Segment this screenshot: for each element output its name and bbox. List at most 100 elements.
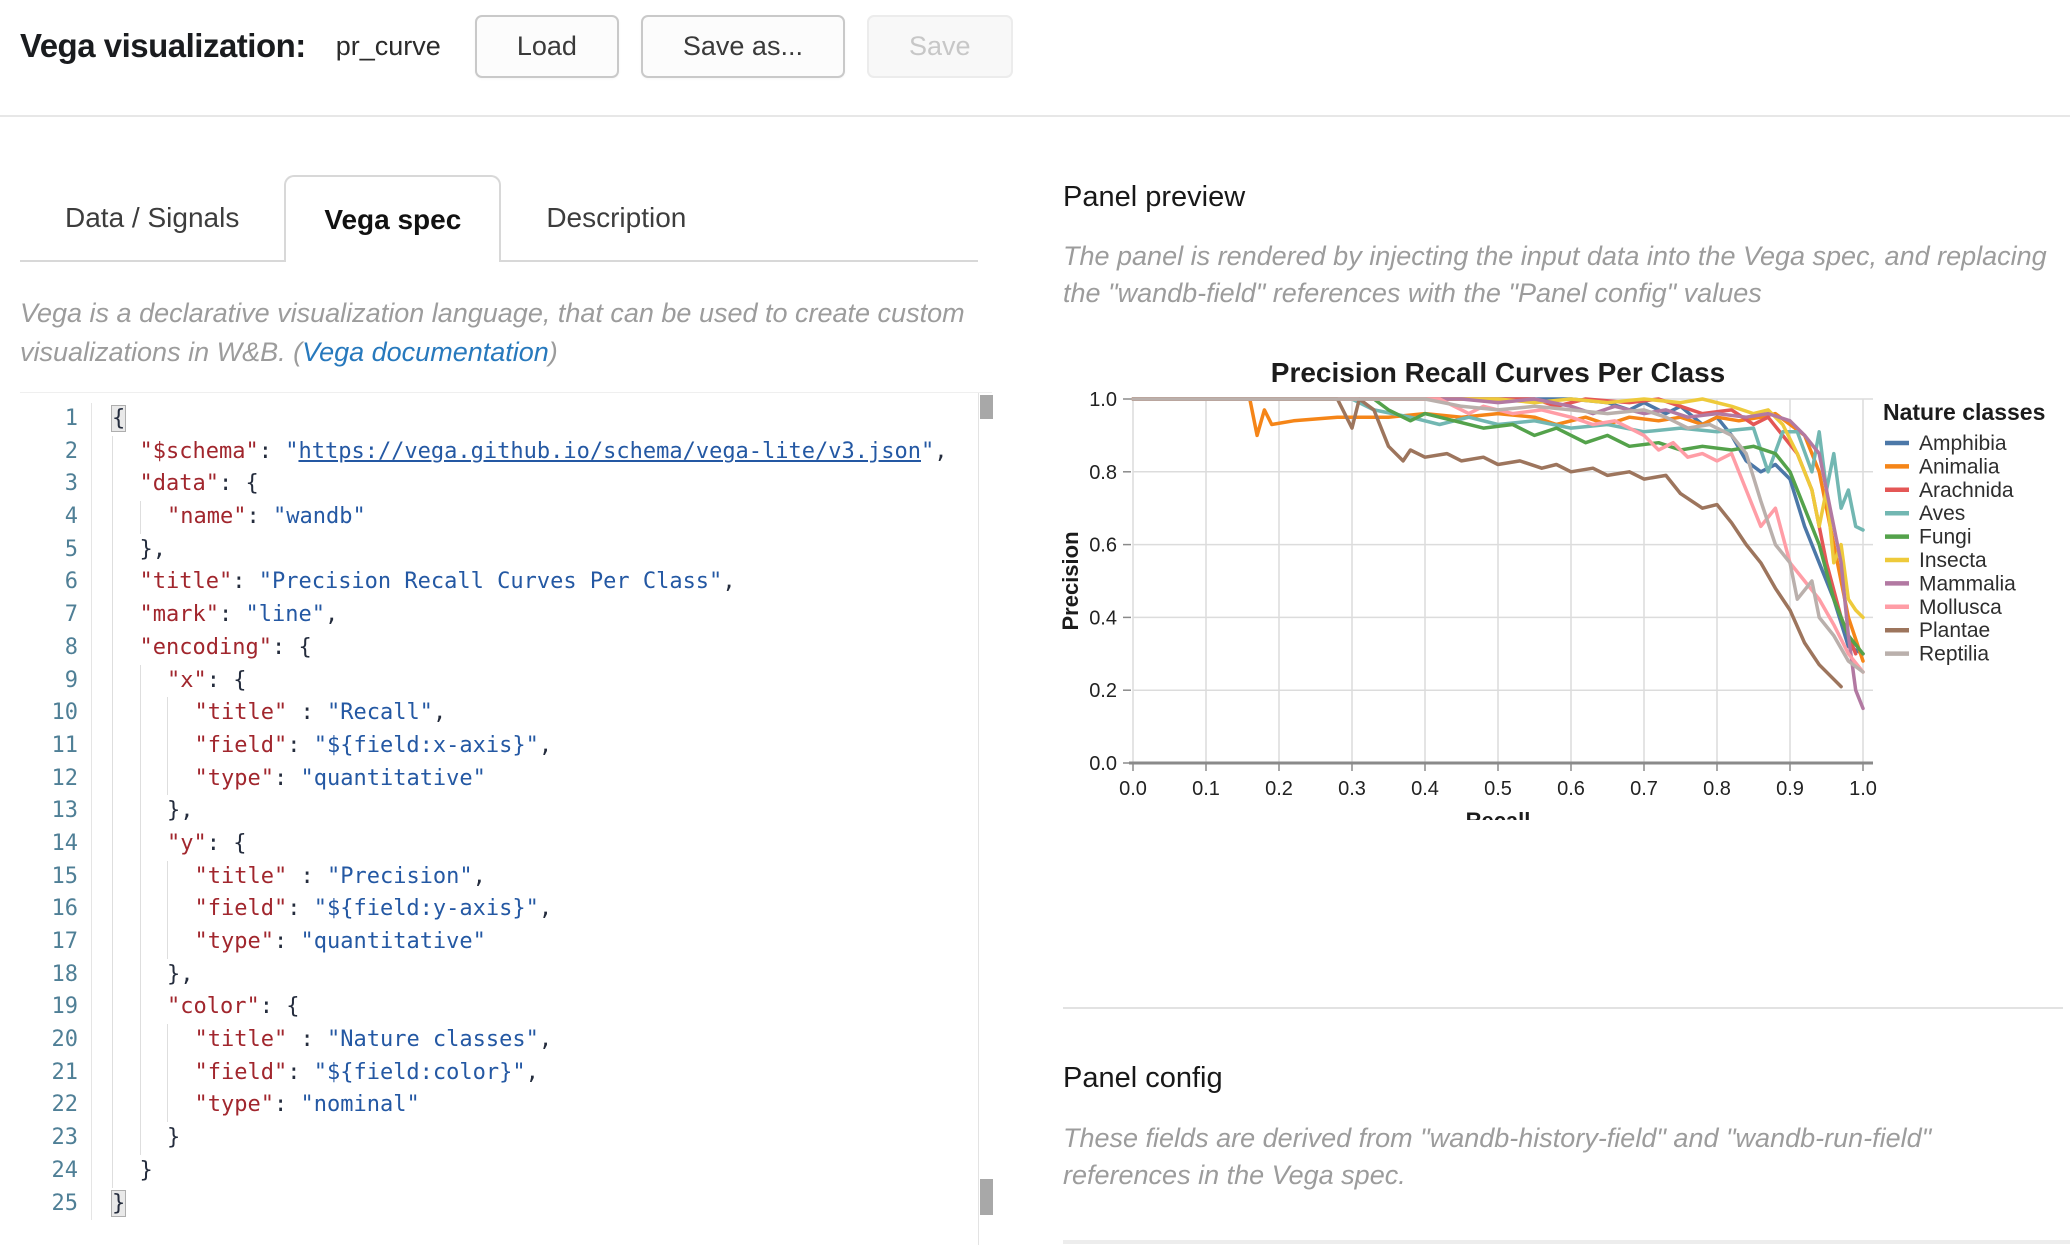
save-button[interactable]: Save: [867, 15, 1013, 78]
tab-vega-spec[interactable]: Vega spec: [284, 175, 501, 262]
editor-scrollbar-thumb-bottom[interactable]: [980, 1179, 993, 1215]
code-line: },: [112, 959, 948, 992]
line-number: 25: [20, 1188, 78, 1221]
code-line: "title" : "Precision",: [112, 861, 948, 894]
y-tick-label: 0.2: [1089, 680, 1117, 702]
code-line: "title" : "Recall",: [112, 697, 948, 730]
legend-entry: Mammalia: [1885, 572, 2016, 595]
x-axis-title: Recall: [1466, 808, 1531, 820]
series-Arachnida: [1133, 399, 1856, 654]
code-line: {: [112, 403, 948, 436]
legend-entry: Arachnida: [1885, 479, 2014, 502]
line-number: 13: [20, 795, 78, 828]
panel-preview-heading: Panel preview: [1063, 181, 1245, 214]
line-number: 7: [20, 599, 78, 632]
y-axis-title: Precision: [1060, 531, 1083, 630]
line-number: 5: [20, 534, 78, 567]
legend-label: Amphibia: [1919, 432, 2007, 455]
vega-intro-text: Vega is a declarative visualization lang…: [20, 294, 965, 372]
legend-label: Reptilia: [1919, 643, 1989, 666]
vega-documentation-link[interactable]: Vega documentation: [302, 337, 549, 367]
x-axis: 0.00.10.20.30.40.50.60.70.80.91.0Recall: [1119, 763, 1877, 820]
legend-entry: Aves: [1885, 502, 1965, 525]
code-line: }: [112, 1122, 948, 1155]
y-tick-label: 0.8: [1089, 462, 1117, 484]
load-button[interactable]: Load: [475, 15, 619, 78]
x-tick-label: 0.4: [1411, 778, 1439, 800]
x-tick-label: 0.8: [1703, 778, 1731, 800]
line-number: 11: [20, 730, 78, 763]
line-number: 19: [20, 991, 78, 1024]
tab-data-signals[interactable]: Data / Signals: [20, 175, 284, 260]
code-line: "encoding": {: [112, 632, 948, 665]
save-as-button[interactable]: Save as...: [641, 15, 845, 78]
line-number: 10: [20, 697, 78, 730]
code-line: "data": {: [112, 468, 948, 501]
editor-scrollbar-track: [978, 393, 979, 1245]
intro-line2-prefix: visualizations in W&B. (: [20, 337, 302, 367]
x-tick-label: 0.1: [1192, 778, 1220, 800]
panel-config-desc-line2: references in the Vega spec.: [1063, 1157, 2058, 1194]
legend-label: Fungi: [1919, 526, 1972, 549]
panel-config-desc-line1: These fields are derived from "wandb-his…: [1063, 1120, 2058, 1157]
tab-description[interactable]: Description: [501, 175, 731, 260]
line-number: 3: [20, 468, 78, 501]
section-divider: [1063, 1007, 2063, 1009]
code-line: "type": "nominal": [112, 1089, 948, 1122]
line-number: 15: [20, 861, 78, 894]
header: Vega visualization: pr_curve Load Save a…: [20, 14, 1035, 78]
legend-label: Aves: [1919, 502, 1965, 525]
code-line: },: [112, 534, 948, 567]
page-title: Vega visualization:: [20, 27, 306, 65]
panel-preview-desc-line1: The panel is rendered by injecting the i…: [1063, 238, 2058, 275]
x-tick-label: 0.9: [1776, 778, 1804, 800]
chart-legend: Nature classesAmphibiaAnimaliaArachnidaA…: [1883, 399, 2045, 666]
panel-config-heading: Panel config: [1063, 1062, 1223, 1095]
line-number: 9: [20, 665, 78, 698]
legend-entry: Mollusca: [1885, 596, 2002, 619]
legend-label: Arachnida: [1919, 479, 2014, 502]
line-number: 23: [20, 1122, 78, 1155]
code-line: "mark": "line",: [112, 599, 948, 632]
panel-preview-description: The panel is rendered by injecting the i…: [1063, 238, 2058, 312]
intro-line1: Vega is a declarative visualization lang…: [20, 298, 965, 328]
line-number: 8: [20, 632, 78, 665]
line-number: 1: [20, 403, 78, 436]
line-number: 2: [20, 436, 78, 469]
legend-label: Insecta: [1919, 549, 1987, 572]
y-axis: 0.00.20.40.60.81.0Precision: [1060, 389, 1131, 775]
line-number-gutter: 1234567891011121314151617181920212223242…: [20, 403, 92, 1220]
code-line: "title" : "Nature classes",: [112, 1024, 948, 1057]
legend-title: Nature classes: [1883, 399, 2045, 425]
panel-preview-chart: Precision Recall Curves Per Class0.00.10…: [1060, 340, 2070, 820]
legend-entry: Reptilia: [1885, 643, 1989, 666]
legend-label: Mammalia: [1919, 572, 2016, 595]
line-number: 18: [20, 959, 78, 992]
legend-entry: Amphibia: [1885, 432, 2007, 455]
legend-entry: Insecta: [1885, 549, 1987, 572]
code-line: "$schema": "https://vega.github.io/schem…: [112, 436, 948, 469]
code-line: },: [112, 795, 948, 828]
code-line: "field": "${field:color}",: [112, 1057, 948, 1090]
code-line: "color": {: [112, 991, 948, 1024]
x-tick-label: 1.0: [1849, 778, 1877, 800]
x-tick-label: 0.3: [1338, 778, 1366, 800]
code-line: "name": "wandb": [112, 501, 948, 534]
intro-line2-suffix: ): [549, 337, 558, 367]
x-tick-label: 0.5: [1484, 778, 1512, 800]
code-line: "field": "${field:x-axis}",: [112, 730, 948, 763]
code-line: "x": {: [112, 665, 948, 698]
x-tick-label: 0.0: [1119, 778, 1147, 800]
editor-tabs: Data / Signals Vega spec Description: [20, 175, 978, 262]
panel-preview-desc-line2: the "wandb-field" references with the "P…: [1063, 275, 2058, 312]
editor-scrollbar-thumb-top[interactable]: [980, 395, 993, 419]
panel-name-input[interactable]: pr_curve: [336, 31, 441, 62]
line-number: 17: [20, 926, 78, 959]
vega-visualization-editor: { "header": { "title": "Vega visualizati…: [0, 0, 2070, 1244]
legend-label: Mollusca: [1919, 596, 2002, 619]
schema-url-link[interactable]: https://vega.github.io/schema/vega-lite/…: [298, 439, 921, 464]
header-divider: [0, 115, 2070, 117]
code-line: }: [112, 1155, 948, 1188]
line-number: 20: [20, 1024, 78, 1057]
vega-spec-code-editor[interactable]: 1234567891011121314151617181920212223242…: [20, 392, 992, 1245]
